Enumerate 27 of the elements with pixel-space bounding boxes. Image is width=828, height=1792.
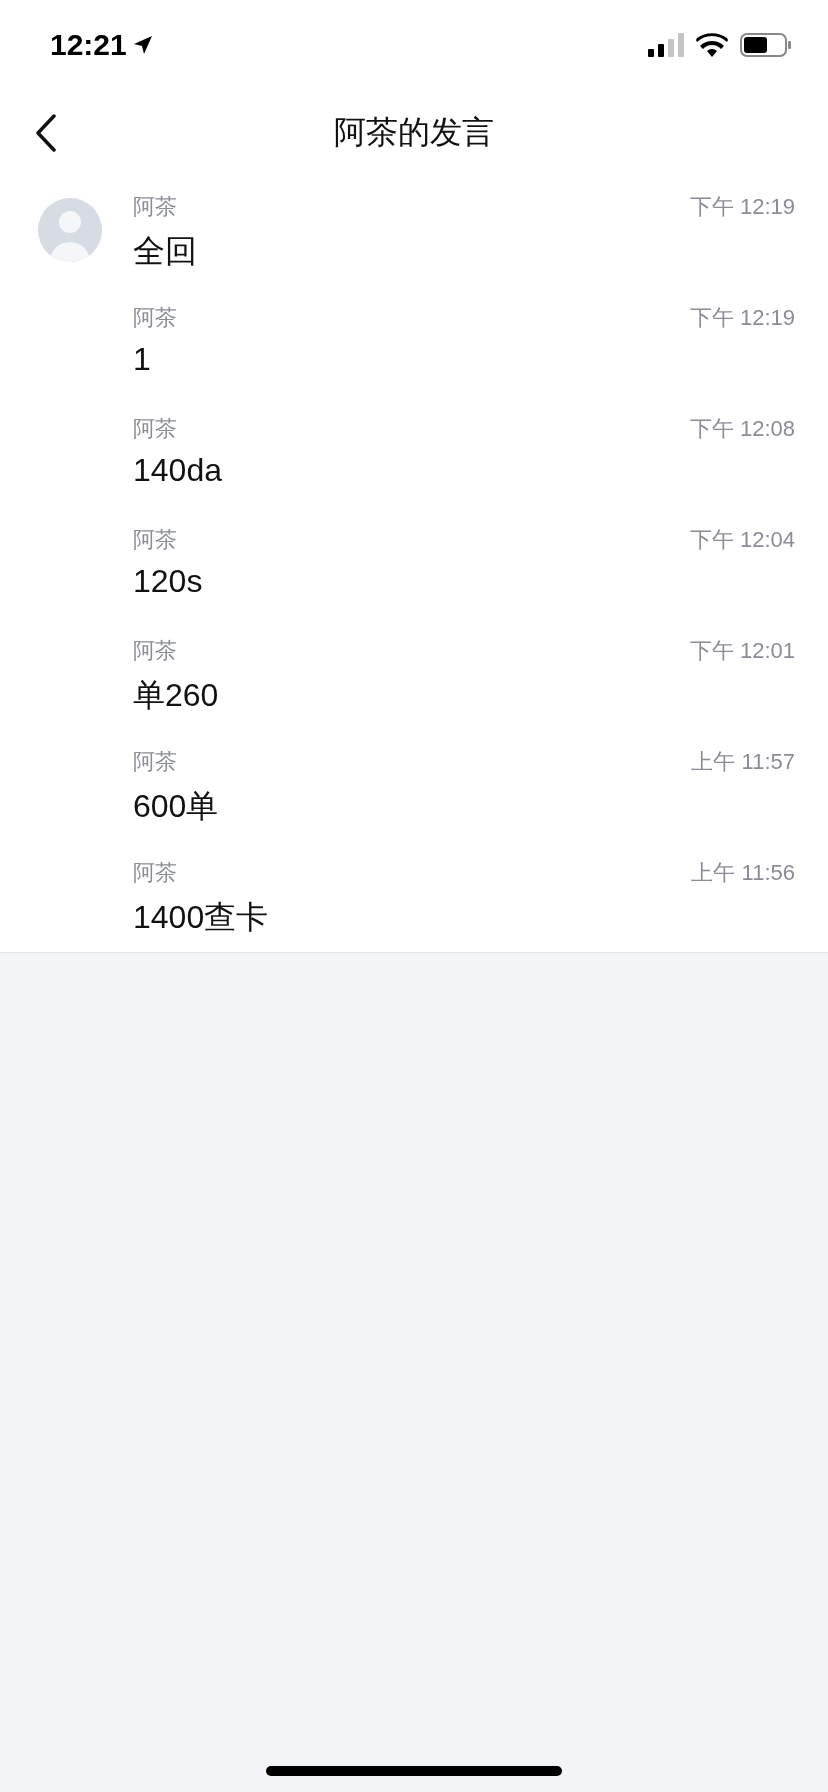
message-time: 下午 12:01 [689, 637, 795, 665]
message-time: 上午 11:57 [691, 748, 795, 776]
message-time: 上午 11:56 [691, 859, 795, 887]
message-text: 全回 [133, 232, 197, 271]
message-text: 1 [133, 341, 151, 378]
message-time: 下午 12:19 [689, 304, 795, 332]
wifi-icon [696, 33, 728, 57]
sender-name: 阿茶 [133, 748, 177, 776]
location-arrow-icon [132, 35, 153, 55]
battery-icon [740, 33, 792, 57]
message-text: 120s [133, 563, 203, 600]
sender-name: 阿茶 [133, 304, 177, 332]
page-title: 阿茶的发言 [334, 113, 494, 152]
message-text: 1400查卡 [133, 898, 269, 937]
sender-name: 阿茶 [133, 193, 177, 221]
message-time: 下午 12:08 [689, 415, 795, 443]
sender-name: 阿茶 [133, 859, 177, 887]
message-time: 下午 12:04 [689, 526, 795, 554]
sender-name: 阿茶 [133, 526, 177, 554]
status-time: 12:21 [50, 28, 153, 62]
message-text: 140da [133, 452, 222, 489]
message-time: 下午 12:19 [689, 193, 795, 221]
message-text: 单260 [133, 676, 219, 715]
signal-icon [648, 33, 684, 57]
sender-name: 阿茶 [133, 415, 177, 443]
sender-name: 阿茶 [133, 637, 177, 665]
message-text: 600单 [133, 787, 219, 826]
